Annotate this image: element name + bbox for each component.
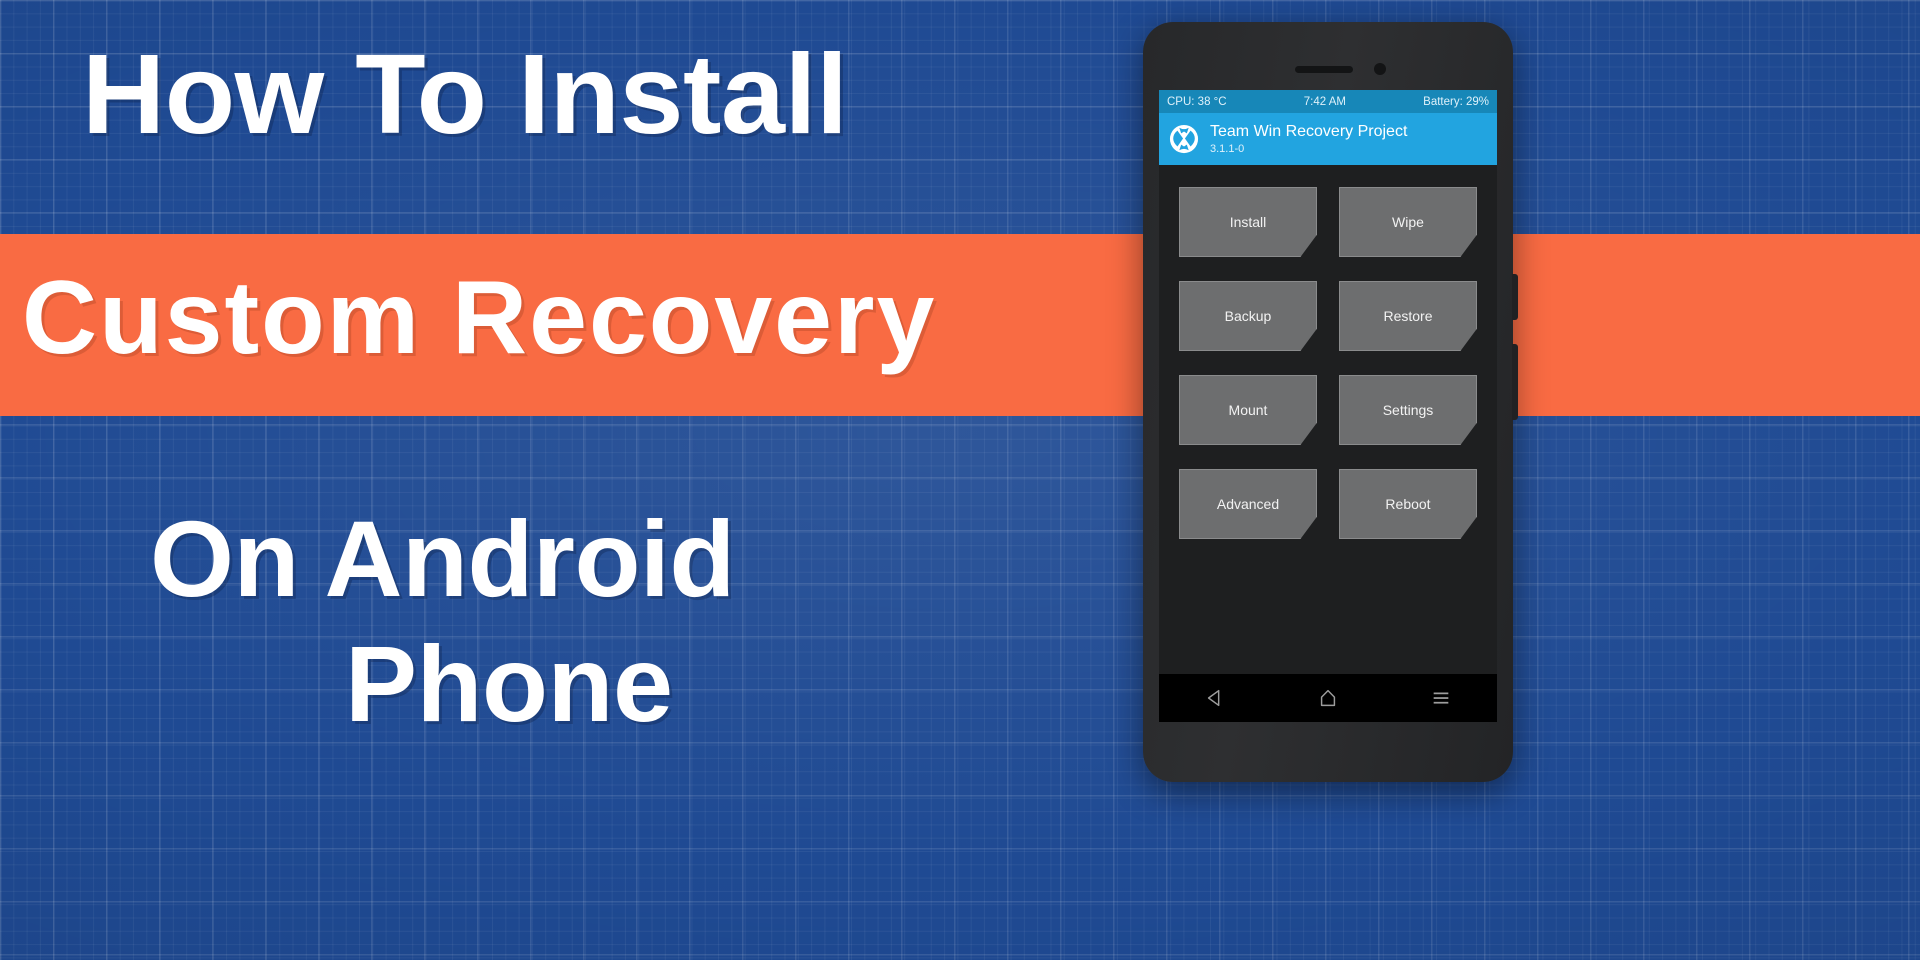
status-cpu-temp: CPU: 38 °C (1167, 95, 1227, 108)
install-button[interactable]: Install (1179, 187, 1317, 257)
mount-button[interactable]: Mount (1179, 375, 1317, 445)
volume-button[interactable] (1512, 344, 1518, 420)
twrp-logo-icon (1169, 124, 1199, 154)
reboot-button[interactable]: Reboot (1339, 469, 1477, 539)
earpiece-speaker-icon (1295, 66, 1353, 73)
status-bar: CPU: 38 °C 7:42 AM Battery: 29% (1159, 90, 1497, 113)
app-header-text: Team Win Recovery Project 3.1.1-0 (1210, 123, 1407, 155)
restore-button[interactable]: Restore (1339, 281, 1477, 351)
menu-lines-icon[interactable] (1430, 687, 1452, 709)
app-title: Team Win Recovery Project (1210, 123, 1408, 140)
advanced-button[interactable]: Advanced (1179, 469, 1317, 539)
headline-line-4: Phone (345, 623, 673, 744)
wipe-button[interactable]: Wipe (1339, 187, 1477, 257)
power-button[interactable] (1512, 274, 1518, 320)
status-clock: 7:42 AM (1303, 95, 1346, 108)
back-triangle-icon[interactable] (1204, 687, 1226, 709)
phone-screen: CPU: 38 °C 7:42 AM Battery: 29% Team Win… (1159, 90, 1497, 722)
backup-button[interactable]: Backup (1179, 281, 1317, 351)
twrp-main-menu: Install Wipe Backup Restore Mount Settin… (1159, 165, 1497, 539)
headline-line-2: Custom Recovery (22, 260, 937, 376)
front-camera-icon (1374, 63, 1386, 75)
headline-line-1: How To Install (82, 31, 848, 157)
app-header: Team Win Recovery Project 3.1.1-0 (1159, 113, 1497, 165)
android-phone-mockup: CPU: 38 °C 7:42 AM Battery: 29% Team Win… (1143, 22, 1518, 782)
android-navigation-bar (1159, 674, 1497, 722)
home-icon[interactable] (1317, 687, 1339, 709)
status-battery: Battery: 29% (1423, 95, 1489, 108)
settings-button[interactable]: Settings (1339, 375, 1477, 445)
headline-line-3: On Android (150, 498, 735, 619)
app-version: 3.1.1-0 (1210, 143, 1245, 155)
